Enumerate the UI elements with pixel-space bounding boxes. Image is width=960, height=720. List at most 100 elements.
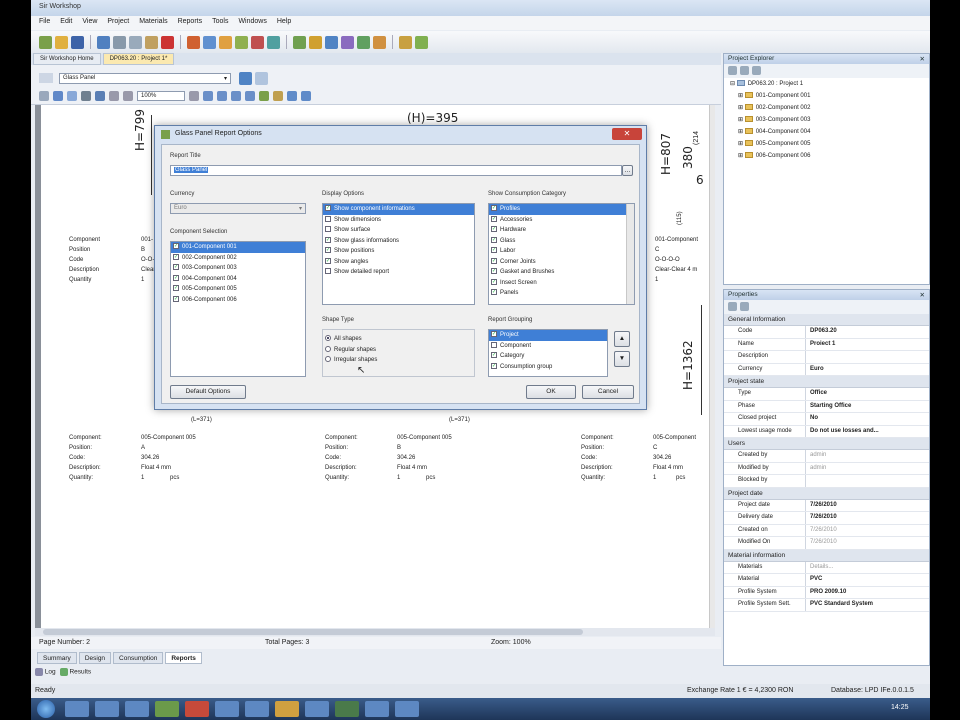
property-row[interactable]: Profile System Sett. PVC Standard System	[724, 599, 929, 612]
checkbox[interactable]	[325, 215, 331, 222]
consumption-item[interactable]: ✓ Corner Joints	[489, 257, 634, 268]
property-row[interactable]: Modified by admin	[724, 462, 929, 475]
property-row[interactable]: Currency Euro	[724, 363, 929, 376]
pencil-icon[interactable]	[399, 35, 412, 49]
grouping-item[interactable]: Component	[489, 341, 607, 352]
checkbox-checked[interactable]: ✓	[325, 236, 331, 243]
property-row[interactable]: Phase Starting Office	[724, 400, 929, 413]
menu-materials[interactable]: Materials	[139, 18, 167, 30]
close-icon[interactable]: ✕	[920, 55, 925, 63]
property-category[interactable]: Material information	[724, 549, 929, 562]
print-preview-icon[interactable]	[67, 91, 77, 101]
radio[interactable]	[325, 356, 331, 363]
component-icon[interactable]	[251, 35, 264, 49]
property-row[interactable]: Description	[724, 351, 929, 364]
consumption-item[interactable]: ✓ Profiles	[489, 204, 634, 215]
background-icon[interactable]	[273, 91, 283, 101]
checkbox-checked[interactable]: ✓	[491, 289, 497, 296]
consumption-item[interactable]: ✓ Hardware	[489, 225, 634, 236]
tab-project[interactable]: DP063.20 : Project 1*	[102, 53, 175, 65]
display-option[interactable]: ✓ Show glass informations	[323, 236, 474, 247]
calc-icon[interactable]	[293, 35, 306, 49]
shape-type-option[interactable]: Irregular shapes	[323, 355, 474, 366]
zoom-select[interactable]: 100%	[137, 91, 185, 101]
window-icon[interactable]	[325, 35, 338, 49]
start-button[interactable]	[37, 700, 55, 718]
print-icon[interactable]	[97, 35, 110, 49]
cut-icon[interactable]	[113, 35, 126, 49]
move-down-button[interactable]: ▼	[614, 351, 630, 367]
checkbox-checked[interactable]: ✓	[173, 285, 179, 292]
menu-tools[interactable]: Tools	[212, 18, 228, 30]
radio[interactable]	[325, 345, 331, 352]
scroll-thumb[interactable]	[43, 629, 583, 635]
close-icon[interactable]: ✕	[920, 291, 925, 299]
tree-item[interactable]: ⊞ 006-Component 006	[730, 150, 929, 162]
checkbox[interactable]	[491, 341, 497, 348]
property-row[interactable]: Blocked by	[724, 475, 929, 488]
tab-results[interactable]: Results	[59, 668, 91, 682]
explorer-icon[interactable]	[65, 701, 89, 717]
report-title-input[interactable]: Glass Panel	[170, 165, 622, 176]
checkbox-checked[interactable]: ✓	[491, 215, 497, 222]
checkbox-checked[interactable]: ✓	[491, 362, 497, 369]
consumption-item[interactable]: ✓ Glass	[489, 236, 634, 247]
refresh-icon[interactable]	[415, 35, 428, 49]
shape-type-option[interactable]: All shapes	[323, 334, 474, 345]
list-icon[interactable]	[203, 35, 216, 49]
media-icon[interactable]	[125, 701, 149, 717]
property-row[interactable]: Created on 7/26/2010	[724, 524, 929, 537]
property-row[interactable]: Code DP063.20	[724, 326, 929, 339]
menu-edit[interactable]: Edit	[60, 18, 72, 30]
menu-help[interactable]: Help	[277, 18, 291, 30]
display-option[interactable]: ✓ Show component informations	[323, 204, 474, 215]
consumption-item[interactable]: ✓ Insect Screen	[489, 278, 634, 289]
checkbox[interactable]	[325, 226, 331, 233]
menu-view[interactable]: View	[82, 18, 97, 30]
glass-icon[interactable]	[267, 35, 280, 49]
first-page-icon[interactable]	[203, 91, 213, 101]
tab-log[interactable]: Log	[35, 668, 56, 682]
display-option[interactable]: Show detailed report	[323, 267, 474, 278]
copy-icon[interactable]	[129, 35, 142, 49]
consumption-item[interactable]: ✓ Accessories	[489, 215, 634, 226]
vertical-scrollbar[interactable]	[709, 105, 715, 628]
property-row[interactable]: Project date 7/26/2010	[724, 499, 929, 512]
checkbox-checked[interactable]: ✓	[173, 274, 179, 281]
tree-item[interactable]: ⊞ 001-Component 001	[730, 90, 929, 102]
checkbox-checked[interactable]: ✓	[173, 264, 179, 271]
display-option[interactable]: Show surface	[323, 225, 474, 236]
cancel-button[interactable]: Cancel	[582, 385, 634, 399]
tree-root[interactable]: ⊟ DP063.20 : Project 1	[730, 78, 929, 90]
export-icon[interactable]	[357, 35, 370, 49]
browse-button[interactable]: …	[622, 165, 633, 176]
checkbox-checked[interactable]: ✓	[491, 247, 497, 254]
property-row[interactable]: Delivery date 7/26/2010	[724, 512, 929, 525]
consumption-item[interactable]: ✓ Labor	[489, 246, 634, 257]
print-icon[interactable]	[53, 91, 63, 101]
next-page-icon[interactable]	[231, 91, 241, 101]
horizontal-scrollbar[interactable]	[35, 628, 715, 636]
paste-icon[interactable]	[145, 35, 158, 49]
component-item[interactable]: ✓ 004-Component 004	[171, 274, 305, 285]
checkbox-checked[interactable]: ✓	[173, 295, 179, 302]
checkbox-checked[interactable]: ✓	[491, 205, 497, 212]
consumption-item[interactable]: ✓ Panels	[489, 288, 634, 299]
shape-type-option[interactable]: Regular shapes	[323, 345, 474, 356]
tree-item[interactable]: ⊞ 005-Component 005	[730, 138, 929, 150]
property-row[interactable]: Lowest usage mode Do not use losses and..…	[724, 425, 929, 438]
settings-icon[interactable]	[341, 35, 354, 49]
property-row[interactable]: Type Office	[724, 388, 929, 401]
list-scrollbar[interactable]	[626, 204, 634, 304]
currency-select[interactable]: Euro ▾	[170, 203, 306, 214]
property-row[interactable]: Modified On 7/26/2010	[724, 537, 929, 550]
checkbox-checked[interactable]: ✓	[491, 268, 497, 275]
menu-reports[interactable]: Reports	[178, 18, 203, 30]
property-row[interactable]: Name Proiect 1	[724, 338, 929, 351]
tab-consumption[interactable]: Consumption	[113, 652, 164, 664]
app-icon[interactable]	[185, 701, 209, 717]
open-icon[interactable]	[55, 35, 68, 49]
categorized-icon[interactable]	[728, 302, 737, 311]
property-category[interactable]: Project date	[724, 487, 929, 500]
component-item[interactable]: ✓ 005-Component 005	[171, 284, 305, 295]
